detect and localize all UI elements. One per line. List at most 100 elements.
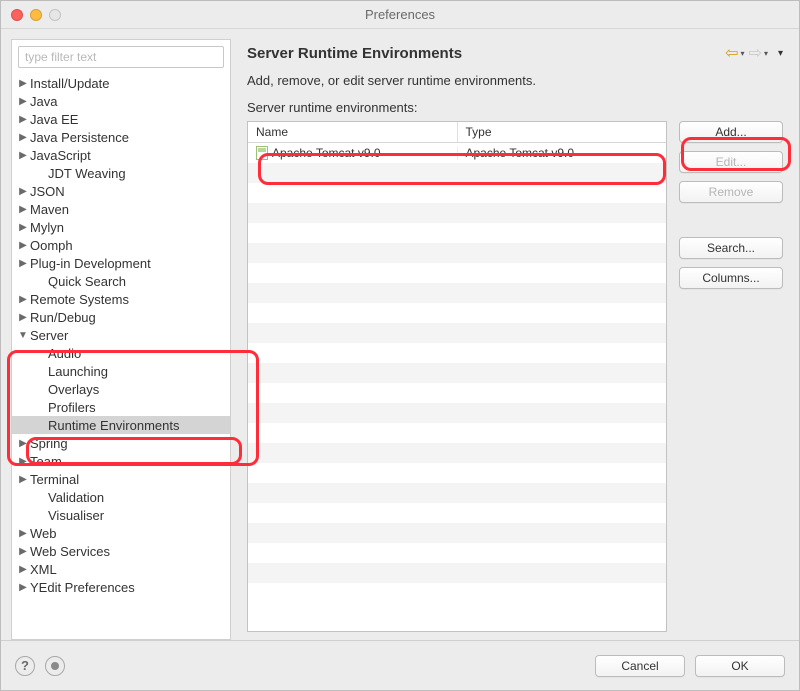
tree-item-label: Terminal [28,472,79,487]
chevron-right-icon[interactable]: ▶ [18,78,28,89]
table-row [248,503,666,523]
search-button[interactable]: Search... [679,237,783,259]
chevron-right-icon[interactable]: ▶ [18,564,28,575]
tree-item[interactable]: ▶XML [12,560,230,578]
chevron-right-icon[interactable]: ▶ [18,546,28,557]
ok-button[interactable]: OK [695,655,785,677]
chevron-right-icon[interactable]: ▶ [18,582,28,593]
content-row: Name Type Apache Tomcat v9.0Apache Tomca… [241,121,789,640]
tree-item[interactable]: Launching [12,362,230,380]
tree-item-label: Java EE [28,112,78,127]
chevron-right-icon[interactable]: ▶ [18,222,28,233]
chevron-right-icon[interactable]: ▶ [18,294,28,305]
chevron-right-icon[interactable]: ▶ [18,258,28,269]
table-row[interactable]: Apache Tomcat v9.0 Apache Tomcat v9.0 [248,143,666,163]
tree-item[interactable]: ▶Oomph [12,236,230,254]
chevron-right-icon[interactable]: ▶ [18,204,28,215]
tree-item[interactable]: ▶Java [12,92,230,110]
tree-item-label: Quick Search [46,274,126,289]
footer-left: ? [15,656,65,676]
page-description: Add, remove, or edit server runtime envi… [241,73,789,100]
tree-item[interactable]: Visualiser [12,506,230,524]
tree-item[interactable]: ▶Install/Update [12,74,230,92]
tree-item[interactable]: Validation [12,488,230,506]
tree-item-label: Spring [28,436,68,451]
filter-input[interactable] [18,46,224,68]
column-name[interactable]: Name [248,122,458,142]
table-body: Apache Tomcat v9.0 Apache Tomcat v9.0 [248,143,666,631]
button-column: Add... Edit... Remove Search... Columns.… [679,121,783,632]
tree-item[interactable]: JDT Weaving [12,164,230,182]
chevron-right-icon[interactable]: ▶ [18,186,28,197]
tree-item[interactable]: Quick Search [12,272,230,290]
tree-item[interactable]: Profilers [12,398,230,416]
tree-item-label: XML [28,562,57,577]
chevron-right-icon[interactable]: ▶ [18,150,28,161]
chevron-right-icon[interactable]: ▶ [18,456,28,467]
dialog-footer: ? Cancel OK [1,640,799,690]
cell-name: Apache Tomcat v9.0 [248,146,458,160]
table-row [248,343,666,363]
tree-item[interactable]: ▶Team [12,452,230,470]
chevron-down-icon: ▾ [741,49,745,58]
tree-item-label: Audio [46,346,81,361]
chevron-right-icon[interactable]: ▶ [18,132,28,143]
cell-type: Apache Tomcat v9.0 [458,146,667,160]
view-menu-icon[interactable]: ▾ [778,48,783,59]
tree-item[interactable]: ▶Web Services [12,542,230,560]
tree-item[interactable]: Audio [12,344,230,362]
preferences-window: Preferences ▶Install/Update▶Java▶Java EE… [0,0,800,691]
help-icon[interactable]: ? [15,656,35,676]
restore-defaults-icon[interactable] [45,656,65,676]
tree-item[interactable]: ▶Java EE [12,110,230,128]
tree-item[interactable]: ▼Server [12,326,230,344]
column-type[interactable]: Type [458,122,667,142]
table-row [248,443,666,463]
chevron-right-icon[interactable]: ▶ [18,312,28,323]
table-header: Name Type [248,122,666,143]
cancel-button[interactable]: Cancel [595,655,685,677]
edit-button[interactable]: Edit... [679,151,783,173]
tree-item[interactable]: ▶Run/Debug [12,308,230,326]
tree-item[interactable]: Overlays [12,380,230,398]
tree-item-label: JavaScript [28,148,91,163]
tree-item[interactable]: ▶JSON [12,182,230,200]
nav-forward-button[interactable]: ⇨ ▾ [749,43,768,63]
chevron-right-icon[interactable]: ▶ [18,240,28,251]
tree-item[interactable]: ▶YEdit Preferences [12,578,230,596]
main-panel: Server Runtime Environments ⇦ ▾ ⇨ ▾ ▾ Ad… [241,39,789,640]
table-row [248,463,666,483]
chevron-right-icon[interactable]: ▶ [18,474,28,485]
tree-item-label: Profilers [46,400,96,415]
chevron-right-icon[interactable]: ▶ [18,96,28,107]
tree-item-label: Web Services [28,544,110,559]
chevron-right-icon[interactable]: ▶ [18,528,28,539]
tree-item[interactable]: ▶Plug-in Development [12,254,230,272]
tree-item[interactable]: ▶Mylyn [12,218,230,236]
tree-item[interactable]: ▶Spring [12,434,230,452]
chevron-down-icon[interactable]: ▼ [18,330,28,341]
spacer [679,211,783,229]
table-row [248,223,666,243]
dialog-body: ▶Install/Update▶Java▶Java EE▶Java Persis… [1,29,799,640]
cell-name-text: Apache Tomcat v9.0 [272,146,381,160]
tree-item[interactable]: ▶Terminal [12,470,230,488]
tree-item[interactable]: Runtime Environments [12,416,230,434]
chevron-right-icon[interactable]: ▶ [18,438,28,449]
tree-item-label: Web [28,526,57,541]
tree-item[interactable]: ▶JavaScript [12,146,230,164]
tree-item[interactable]: ▶Remote Systems [12,290,230,308]
table-row [248,523,666,543]
tree-item-label: Runtime Environments [46,418,180,433]
runtime-table[interactable]: Name Type Apache Tomcat v9.0Apache Tomca… [247,121,667,632]
tree-item[interactable]: ▶Web [12,524,230,542]
add-button[interactable]: Add... [679,121,783,143]
preferences-tree[interactable]: ▶Install/Update▶Java▶Java EE▶Java Persis… [12,74,230,639]
columns-button[interactable]: Columns... [679,267,783,289]
chevron-right-icon[interactable]: ▶ [18,114,28,125]
tree-item[interactable]: ▶Maven [12,200,230,218]
tree-item-label: YEdit Preferences [28,580,135,595]
remove-button[interactable]: Remove [679,181,783,203]
tree-item[interactable]: ▶Java Persistence [12,128,230,146]
nav-back-button[interactable]: ⇦ ▾ [725,43,744,63]
